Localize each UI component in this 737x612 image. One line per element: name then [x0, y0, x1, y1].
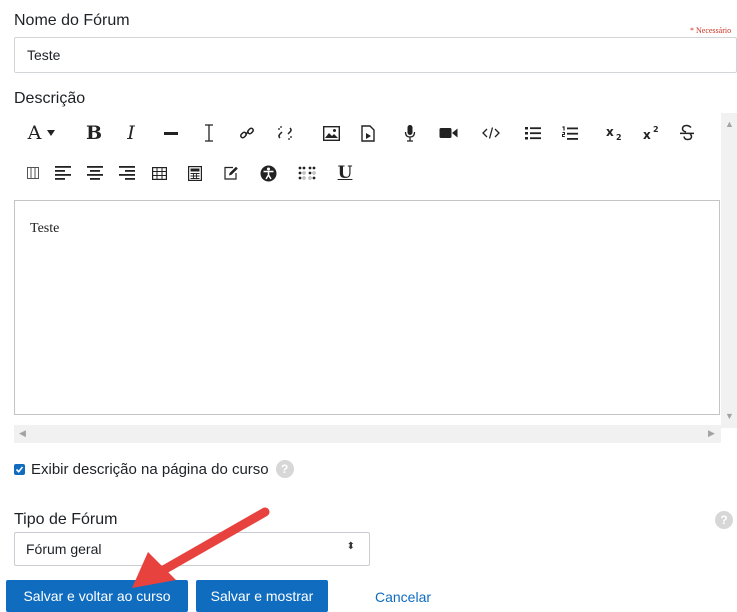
- editor-horizontal-scrollbar[interactable]: ◀ ▶: [14, 425, 721, 443]
- accessibility-icon[interactable]: [257, 159, 279, 187]
- microphone-icon[interactable]: [399, 119, 421, 147]
- subscript-icon[interactable]: x2: [604, 119, 626, 147]
- required-indicator: * Necessário: [690, 26, 732, 35]
- scroll-down-arrow-icon[interactable]: ▼: [725, 411, 734, 421]
- forum-type-label: Tipo de Fórum: [14, 511, 118, 528]
- table-icon[interactable]: [148, 159, 170, 187]
- align-right-icon[interactable]: [116, 159, 138, 187]
- show-description-checkbox[interactable]: [14, 463, 25, 475]
- scroll-left-arrow-icon[interactable]: ◀: [19, 428, 26, 439]
- show-description-help-icon[interactable]: ?: [275, 460, 294, 478]
- text-cursor-icon[interactable]: [198, 119, 220, 147]
- video-camera-icon[interactable]: [436, 119, 460, 147]
- checkmark-icon: [15, 465, 24, 473]
- svg-text:x: x: [606, 125, 614, 139]
- description-label: Descrição: [14, 90, 86, 107]
- font-style-glyph: A: [27, 122, 42, 144]
- select-caret-icon: ⬍: [346, 541, 355, 552]
- description-textarea[interactable]: Teste: [14, 200, 720, 415]
- align-center-icon[interactable]: [84, 159, 106, 187]
- toolbar-collapse-icon[interactable]: [22, 159, 44, 187]
- forum-type-selected: Fórum geral: [26, 541, 102, 557]
- annotation-arrow-icon: [132, 507, 270, 588]
- scroll-up-arrow-icon[interactable]: ▲: [725, 119, 734, 129]
- toolbar-row-1: A B I x 2 x 2: [14, 113, 719, 153]
- superscript-icon[interactable]: x2: [641, 119, 663, 147]
- cancel-link[interactable]: Cancelar: [375, 589, 431, 605]
- align-left-icon[interactable]: [52, 159, 74, 187]
- strikethrough-icon[interactable]: [676, 119, 698, 147]
- calculator-icon[interactable]: [184, 159, 206, 187]
- forum-name-label: Nome do Fórum: [14, 12, 130, 29]
- underline-glyph: U: [337, 163, 353, 183]
- font-style-menu-icon[interactable]: A: [24, 119, 60, 147]
- bold-icon[interactable]: B: [82, 119, 106, 147]
- bold-glyph: B: [85, 122, 103, 144]
- svg-text:2: 2: [616, 133, 622, 141]
- bullet-list-icon[interactable]: [522, 119, 544, 147]
- svg-text:2: 2: [653, 125, 659, 134]
- show-description-row: Exibir descrição na página do curso ?: [14, 460, 294, 478]
- svg-text:x: x: [643, 128, 651, 141]
- italic-glyph: I: [127, 122, 135, 144]
- editor-vertical-scrollbar[interactable]: ▲ ▼: [721, 113, 737, 428]
- forum-name-input[interactable]: Teste: [14, 37, 737, 73]
- forum-type-help-icon[interactable]: ?: [715, 511, 733, 529]
- edit-note-icon[interactable]: [220, 159, 242, 187]
- scroll-right-arrow-icon[interactable]: ▶: [708, 428, 715, 439]
- editor-toolbar: A B I x 2 x 2 U: [14, 113, 719, 200]
- unlink-icon[interactable]: [274, 119, 296, 147]
- underline-icon[interactable]: U: [334, 159, 356, 187]
- image-icon[interactable]: [320, 119, 342, 147]
- description-editor: A B I x 2 x 2 U Teste ▲ ▼ ◀ ▶: [14, 113, 737, 443]
- link-icon[interactable]: [236, 119, 258, 147]
- toolbar-row-2: U: [14, 153, 719, 193]
- braille-icon[interactable]: [296, 159, 318, 187]
- horizontal-rule-icon[interactable]: [160, 119, 182, 147]
- media-file-icon[interactable]: [357, 119, 379, 147]
- html-code-icon[interactable]: [480, 119, 502, 147]
- show-description-label: Exibir descrição na página do curso: [31, 460, 269, 478]
- italic-icon[interactable]: I: [120, 119, 142, 147]
- numbered-list-icon[interactable]: [559, 119, 581, 147]
